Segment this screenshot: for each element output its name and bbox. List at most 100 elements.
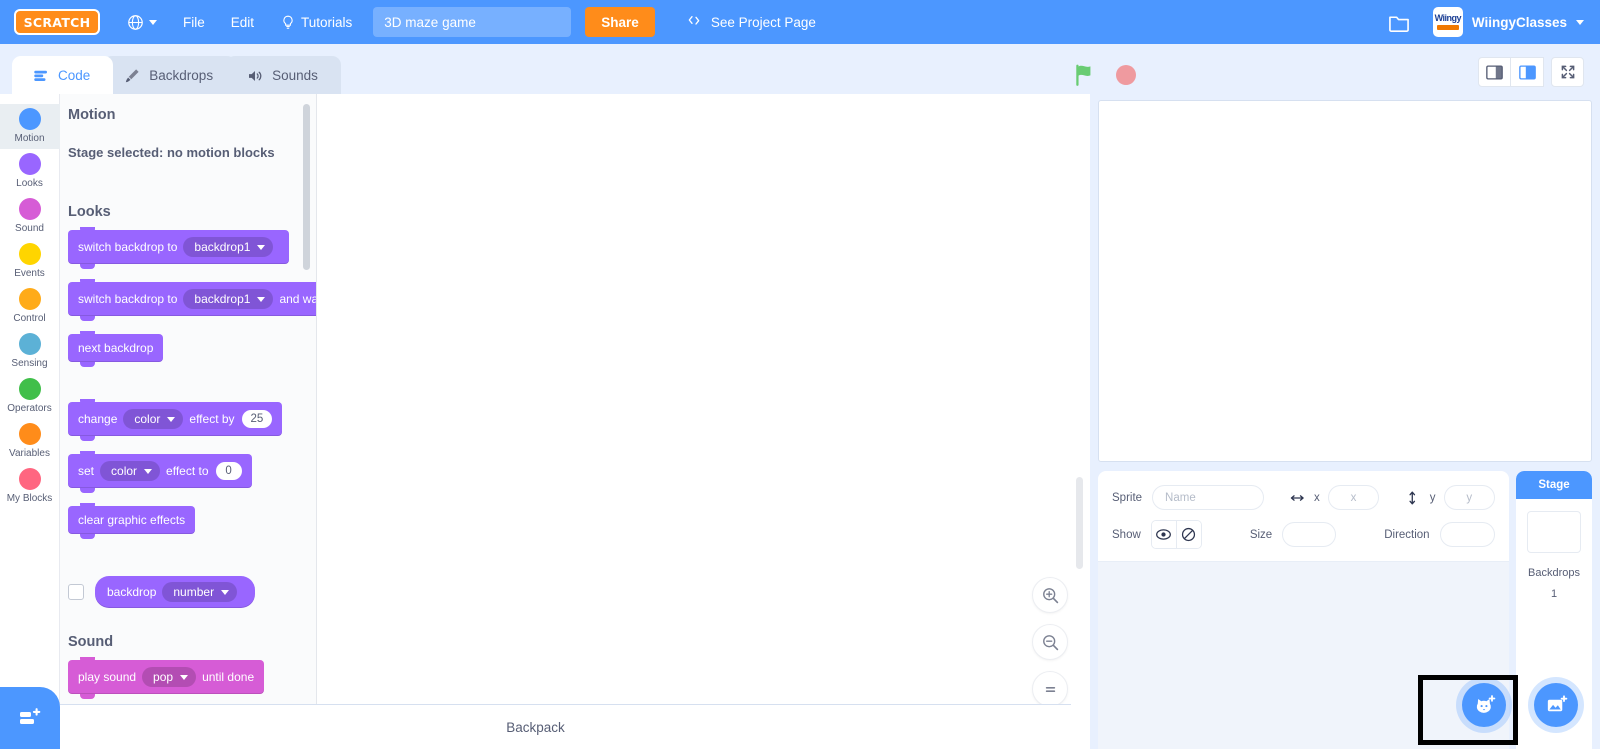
sprite-x-input[interactable]: x xyxy=(1327,485,1380,510)
category-my-blocks[interactable]: My Blocks xyxy=(0,464,60,509)
tab-sounds[interactable]: Sounds xyxy=(226,56,341,94)
category-color-dot xyxy=(18,243,41,265)
small-stage-icon xyxy=(1486,64,1503,80)
green-flag-icon[interactable] xyxy=(1072,62,1098,88)
palette-scrollbar[interactable] xyxy=(303,104,310,270)
zoom-out-button[interactable] xyxy=(1032,624,1068,660)
eye-icon xyxy=(1156,529,1172,540)
category-control[interactable]: Control xyxy=(0,284,60,329)
category-sound[interactable]: Sound xyxy=(0,194,60,239)
backdrops-count: 1 xyxy=(1550,588,1558,600)
block-switch-backdrop-to[interactable]: switch backdrop to backdrop1 xyxy=(68,227,290,269)
tab-backdrops-label: Backdrops xyxy=(149,68,214,83)
sprite-y-input[interactable]: y xyxy=(1443,485,1495,510)
hide-button[interactable] xyxy=(1176,521,1201,548)
add-extension-button[interactable] xyxy=(0,687,60,749)
fullscreen-button[interactable] xyxy=(1551,57,1584,87)
choose-a-sprite-button[interactable] xyxy=(1462,683,1506,727)
backdrop-monitor-checkbox[interactable] xyxy=(68,584,84,600)
tab-code[interactable]: Code xyxy=(12,56,114,94)
block-number-input[interactable]: 0 xyxy=(215,462,242,480)
project-title-input[interactable] xyxy=(373,7,572,37)
palette-content: Motion Stage selected: no motion blocks … xyxy=(60,94,316,749)
scratch-logo[interactable]: SCRATCH xyxy=(14,9,100,35)
stop-sign-icon[interactable] xyxy=(1114,63,1138,87)
block-set-effect-to[interactable]: set color effect to 0 xyxy=(68,451,252,493)
chevron-down-icon xyxy=(167,416,176,422)
stage[interactable] xyxy=(1098,100,1592,462)
block-number-input[interactable]: 25 xyxy=(241,410,273,428)
x-label: x xyxy=(1314,491,1320,504)
block-palette[interactable]: Motion Stage selected: no motion blocks … xyxy=(60,94,317,749)
chevron-down-icon xyxy=(257,244,266,250)
share-button[interactable]: Share xyxy=(585,7,655,37)
sprite-direction-input[interactable] xyxy=(1439,522,1496,547)
backpack-label: Backpack xyxy=(506,719,565,735)
speaker-icon xyxy=(249,70,262,81)
block-dropdown[interactable]: number xyxy=(162,582,238,602)
folder-icon[interactable] xyxy=(1387,12,1411,33)
backdrops-label: Backdrops xyxy=(1528,567,1580,579)
backpack-bar[interactable]: Backpack xyxy=(0,704,1071,749)
avatar-bar xyxy=(1436,25,1459,30)
zoom-reset-button[interactable] xyxy=(1032,671,1068,707)
sprite-list[interactable] xyxy=(1098,562,1509,749)
category-variables[interactable]: Variables xyxy=(0,419,60,464)
tab-row: Code Backdrops Sounds xyxy=(0,44,1600,94)
sprite-info-row-2: Show Size Direction xyxy=(1112,520,1496,549)
block-switch-backdrop-to-and-wait[interactable]: switch backdrop to backdrop1 and wait xyxy=(68,279,317,321)
horizontal-arrows-icon xyxy=(1290,494,1304,501)
block-backdrop-reporter[interactable]: backdrop number xyxy=(95,576,256,608)
block-dropdown[interactable]: pop xyxy=(142,667,197,687)
sprite-size-input[interactable] xyxy=(1282,522,1337,547)
block-category-list: Motion Looks Sound Events Control Sensin… xyxy=(0,94,60,749)
category-label: Sound xyxy=(15,223,44,234)
see-project-page-button[interactable]: See Project Page xyxy=(675,0,826,44)
block-label: backdrop xyxy=(107,585,157,599)
block-dropdown[interactable]: backdrop1 xyxy=(183,237,274,257)
category-events[interactable]: Events xyxy=(0,239,60,284)
edit-menu-label: Edit xyxy=(230,14,255,30)
large-stage-button[interactable] xyxy=(1511,57,1544,87)
category-label: Sensing xyxy=(11,358,48,369)
stage-thumbnail[interactable] xyxy=(1527,511,1581,553)
block-label-tail: and wait xyxy=(279,292,317,306)
zoom-in-button[interactable] xyxy=(1032,577,1068,613)
category-label: Looks xyxy=(16,178,43,189)
language-selector[interactable] xyxy=(114,0,170,44)
block-clear-graphic-effects[interactable]: clear graphic effects xyxy=(68,503,196,539)
sprite-info-panel: Sprite Name x x y y Show Size Direction xyxy=(1098,471,1509,562)
choose-a-backdrop-button[interactable] xyxy=(1534,683,1578,727)
block-label: clear graphic effects xyxy=(78,513,186,527)
lightbulb-icon xyxy=(283,15,293,29)
small-stage-button[interactable] xyxy=(1478,57,1511,87)
add-extension-icon xyxy=(20,708,41,724)
category-operators[interactable]: Operators xyxy=(0,374,60,419)
category-looks[interactable]: Looks xyxy=(0,149,60,194)
stage-column: Sprite Name x x y y Show Size Direction … xyxy=(1090,94,1600,749)
block-label: switch backdrop to xyxy=(78,292,178,306)
edit-menu[interactable]: Edit xyxy=(218,0,267,44)
show-hide-toggle xyxy=(1150,520,1202,549)
tutorials-button[interactable]: Tutorials xyxy=(267,0,365,44)
block-change-effect-by[interactable]: change color effect by 25 xyxy=(68,399,283,441)
tab-backdrops[interactable]: Backdrops xyxy=(103,56,237,94)
block-dropdown[interactable]: color xyxy=(100,461,161,481)
code-workspace[interactable] xyxy=(317,94,1090,749)
category-motion[interactable]: Motion xyxy=(0,104,60,149)
block-dropdown[interactable]: backdrop1 xyxy=(183,289,274,309)
block-label: change xyxy=(78,412,118,426)
file-menu[interactable]: File xyxy=(170,0,218,44)
palette-heading-looks: Looks xyxy=(68,204,111,220)
block-dropdown[interactable]: color xyxy=(123,409,184,429)
dropdown-value: color xyxy=(111,464,138,478)
sprite-info-row-1: Sprite Name x x y y xyxy=(1112,485,1495,510)
dropdown-value: pop xyxy=(153,670,174,684)
sprite-name-input[interactable]: Name xyxy=(1152,485,1264,510)
block-play-sound-until-done[interactable]: play sound pop until done xyxy=(68,657,265,699)
block-next-backdrop[interactable]: next backdrop xyxy=(68,331,164,367)
show-button[interactable] xyxy=(1151,521,1177,548)
workspace-vertical-scrollbar[interactable] xyxy=(1076,477,1083,569)
account-menu[interactable]: Wiingy WiingyClasses xyxy=(1432,7,1590,37)
category-sensing[interactable]: Sensing xyxy=(0,329,60,374)
